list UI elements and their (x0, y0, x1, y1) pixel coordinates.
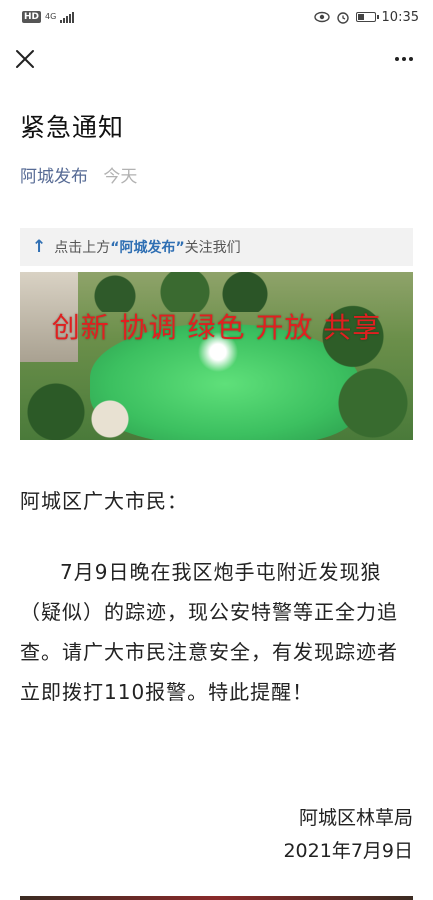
banner-slogan: 创新 协调 绿色 开放 共享 (51, 311, 382, 344)
close-icon (16, 50, 34, 68)
follow-suffix: 关注我们 (184, 240, 241, 256)
signal-icon (60, 11, 75, 23)
alarm-icon (336, 12, 349, 24)
nav-bar (0, 34, 433, 86)
follow-prompt[interactable]: ↑ 点击上方 “阿城发布” 关注我们 (20, 228, 413, 266)
more-icon-dot (409, 57, 413, 61)
notice-paragraph: 7月9日晚在我区炮手屯附近发现狼（疑似）的踪迹，现公安特警等正全力追查。请广大市… (20, 560, 398, 704)
more-icon-dot (395, 57, 399, 61)
battery-icon (355, 12, 379, 22)
greeting-text: 阿城区广大市民： (20, 489, 188, 513)
article-meta: 阿城发布 今天 (20, 162, 137, 187)
close-button[interactable] (12, 46, 38, 72)
hd-badge: HD (22, 11, 42, 23)
more-button[interactable] (389, 46, 419, 72)
banner-image: 创新 协调 绿色 开放 共享 (20, 272, 413, 440)
status-right: 10:35 (313, 9, 419, 25)
arrow-up-icon: ↑ (32, 237, 47, 257)
status-time: 10:35 (381, 9, 419, 25)
author-link[interactable]: 阿城发布 (20, 167, 88, 187)
follow-prefix: 点击上方 (54, 240, 111, 256)
banner-trees (20, 370, 140, 440)
network-type: 4G (45, 12, 57, 21)
status-left: HD 4G (22, 11, 75, 23)
bottom-image-edge (20, 896, 413, 900)
article-title: 紧急通知 (20, 113, 125, 142)
eye-icon (313, 11, 330, 23)
follow-account: “阿城发布” (110, 240, 185, 256)
more-icon-dot (402, 57, 406, 61)
signature-date: 2021年7月9日 (283, 840, 413, 862)
status-bar: HD 4G 10:35 (0, 0, 433, 34)
publish-date: 今天 (103, 167, 138, 187)
signature-org: 阿城区林草局 (298, 807, 413, 829)
